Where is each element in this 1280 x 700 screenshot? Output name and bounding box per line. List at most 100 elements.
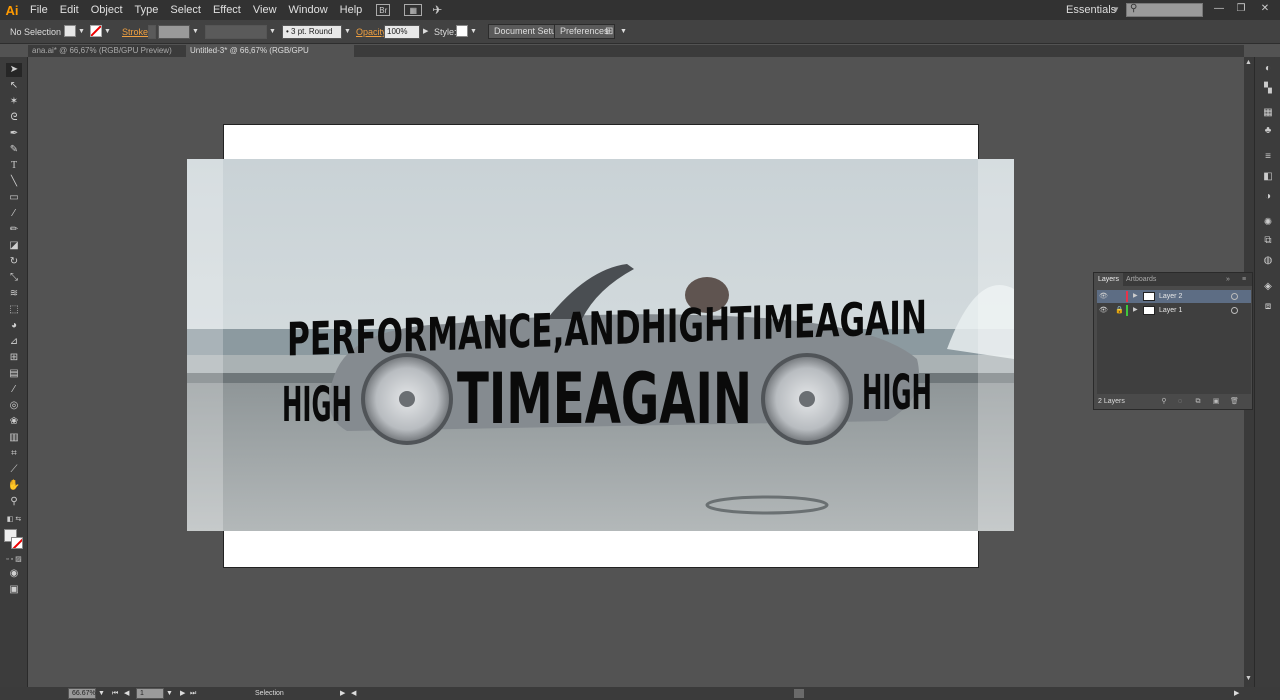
chevron-down-icon[interactable]: ▼	[98, 688, 105, 699]
layer-target-icon[interactable]	[1231, 293, 1238, 300]
line-tool-icon[interactable]: ╲	[6, 175, 22, 189]
scroll-down-icon[interactable]: ▼	[1245, 675, 1252, 682]
graphic-style-swatch[interactable]	[456, 25, 468, 37]
tab-layers[interactable]: Layers	[1094, 273, 1124, 286]
menu-type[interactable]: Type	[129, 0, 165, 20]
layer-row-1[interactable]: 👁 🔒 ▶ Layer 1	[1097, 304, 1251, 317]
tab-artboards[interactable]: Artboards	[1122, 273, 1160, 286]
chevron-down-icon[interactable]: ▼	[192, 25, 199, 39]
column-graph-tool-icon[interactable]: ▥	[6, 431, 22, 445]
opacity-field[interactable]: 100%	[384, 25, 420, 39]
color-mode-icons[interactable]: ▫ ▫ ▨	[6, 553, 22, 567]
layer-row-2[interactable]: 👁 ▶ Layer 2	[1097, 290, 1251, 303]
scroll-up-icon[interactable]: ▲	[1245, 59, 1252, 66]
car-photo[interactable]: PERFORMANCE,ANDHIGHTIMEAGAIN TIMEAGAIN H…	[187, 159, 1014, 531]
restore-button[interactable]: ❐	[1234, 3, 1248, 15]
menu-view[interactable]: View	[247, 0, 283, 20]
blend-tool-icon[interactable]: ◎	[6, 399, 22, 413]
swatches-icon[interactable]: ▦	[1261, 107, 1275, 119]
rectangle-tool-icon[interactable]: ▭	[6, 191, 22, 205]
magic-wand-tool-icon[interactable]: ✶	[6, 95, 22, 109]
menu-file[interactable]: File	[24, 0, 54, 20]
eyedropper-tool-icon[interactable]: ⁄	[6, 383, 22, 397]
arrange-documents-icon[interactable]: ▦	[404, 4, 423, 16]
width-tool-icon[interactable]: ≋	[6, 287, 22, 301]
curvature-tool-icon[interactable]: ✎	[6, 143, 22, 157]
layer-target-icon[interactable]	[1231, 307, 1238, 314]
stroke-color-box[interactable]	[11, 537, 23, 549]
locate-object-icon[interactable]: ⚲	[1160, 398, 1168, 406]
chevron-down-icon[interactable]: ▼	[78, 25, 85, 39]
lasso-tool-icon[interactable]: ᘓ	[6, 111, 22, 125]
transparency-icon[interactable]: ◑	[1261, 191, 1275, 203]
graphic-styles-icon[interactable]: ◍	[1261, 255, 1275, 267]
free-transform-tool-icon[interactable]: ⬚	[6, 303, 22, 317]
screen-mode-icon[interactable]: ▣	[6, 583, 22, 597]
menu-select[interactable]: Select	[164, 0, 207, 20]
status-menu-icon[interactable]: ▶	[340, 688, 345, 699]
mesh-tool-icon[interactable]: ⊞	[6, 351, 22, 365]
panel-menu-icon[interactable]: ▼	[620, 25, 627, 39]
stroke-label[interactable]: Stroke:	[122, 25, 151, 39]
scroll-right-icon[interactable]: ▶	[1234, 688, 1239, 699]
symbols-icon[interactable]: ♣	[1261, 125, 1275, 137]
lock-icon[interactable]: 🔒	[1115, 304, 1124, 317]
color-guide-icon[interactable]: ▚	[1261, 83, 1275, 95]
type-tool-icon[interactable]: T	[6, 159, 22, 173]
direct-selection-tool-icon[interactable]: ↖	[6, 79, 22, 93]
appearance-icon[interactable]: ◐	[1261, 63, 1275, 75]
artboard-tool-icon[interactable]: ⌗	[6, 447, 22, 461]
menu-edit[interactable]: Edit	[54, 0, 85, 20]
next-artboard-icon[interactable]: ▶	[180, 688, 185, 699]
expand-triangle-icon[interactable]: ▶	[1133, 304, 1138, 317]
variable-width-profile[interactable]	[205, 25, 267, 39]
artboard-number-field[interactable]: 1	[136, 688, 164, 699]
zoom-level-field[interactable]: 66.67%	[68, 688, 96, 699]
chevron-down-icon[interactable]: ▼	[1112, 0, 1120, 20]
layer-name[interactable]: Layer 2	[1159, 290, 1182, 303]
bridge-icon[interactable]: Br	[376, 4, 391, 16]
zoom-tool-icon[interactable]: ⚲	[6, 495, 22, 509]
slice-tool-icon[interactable]: ⟋	[6, 463, 22, 477]
tab-untitled-3[interactable]: Untitled-3* @ 66,67% (RGB/GPU Preview)✕	[186, 45, 354, 67]
workspace-switcher[interactable]: Essentials	[1066, 0, 1116, 20]
paintbrush-tool-icon[interactable]: ⁄	[6, 207, 22, 221]
new-layer-icon[interactable]: ▣	[1212, 398, 1220, 406]
shape-builder-tool-icon[interactable]: ◕	[6, 319, 22, 333]
align-icon[interactable]: ⊞	[605, 25, 613, 39]
symbol-sprayer-tool-icon[interactable]: ❀	[6, 415, 22, 429]
layer-name[interactable]: Layer 1	[1159, 304, 1182, 317]
close-button[interactable]: ✕	[1258, 3, 1272, 15]
selection-tool-icon[interactable]: ➤	[6, 63, 22, 77]
stroke-weight-stepper[interactable]	[148, 25, 156, 39]
panel-menu-icon[interactable]: ≡	[1238, 273, 1250, 286]
tab-ana[interactable]: ana.ai* @ 66,67% (RGB/GPU Preview)	[28, 45, 186, 57]
last-artboard-icon[interactable]: ⏭	[190, 688, 196, 699]
visibility-eye-icon[interactable]: 👁	[1099, 290, 1108, 303]
chevron-right-icon[interactable]: ▶	[423, 25, 428, 39]
chevron-down-icon[interactable]: ▼	[166, 688, 173, 699]
gpu-performance-icon[interactable]: ✈	[432, 3, 442, 17]
stroke-panel-icon[interactable]: ≡	[1261, 151, 1275, 163]
gradient-panel-icon[interactable]: ◧	[1261, 171, 1275, 183]
brushes-icon[interactable]: ✺	[1261, 217, 1275, 229]
menu-help[interactable]: Help	[334, 0, 369, 20]
default-colors-icon[interactable]: ◧ ⇆	[6, 513, 22, 527]
previous-artboard-icon[interactable]: ◀	[124, 688, 129, 699]
new-sublayer-icon[interactable]: ⧉	[1194, 398, 1202, 406]
layers-panel-icon[interactable]: ◈	[1261, 281, 1275, 293]
perspective-grid-tool-icon[interactable]: ⊿	[6, 335, 22, 349]
stroke-swatch[interactable]	[90, 25, 102, 37]
first-artboard-icon[interactable]: ⏮	[112, 688, 118, 699]
fill-swatch[interactable]	[64, 25, 76, 37]
pencil-tool-icon[interactable]: ✏	[6, 223, 22, 237]
menu-object[interactable]: Object	[85, 0, 129, 20]
expand-triangle-icon[interactable]: ▶	[1133, 290, 1138, 303]
eraser-tool-icon[interactable]: ◪	[6, 239, 22, 253]
canvas-area[interactable]: PERFORMANCE,ANDHIGHTIMEAGAIN TIMEAGAIN H…	[28, 57, 1244, 687]
chevron-down-icon[interactable]: ▼	[470, 25, 477, 39]
gradient-tool-icon[interactable]: ▤	[6, 367, 22, 381]
image-trace-icon[interactable]: ⧉	[1261, 235, 1275, 247]
brush-definition[interactable]: • 3 pt. Round	[282, 25, 342, 39]
hand-tool-icon[interactable]: ✋	[6, 479, 22, 493]
